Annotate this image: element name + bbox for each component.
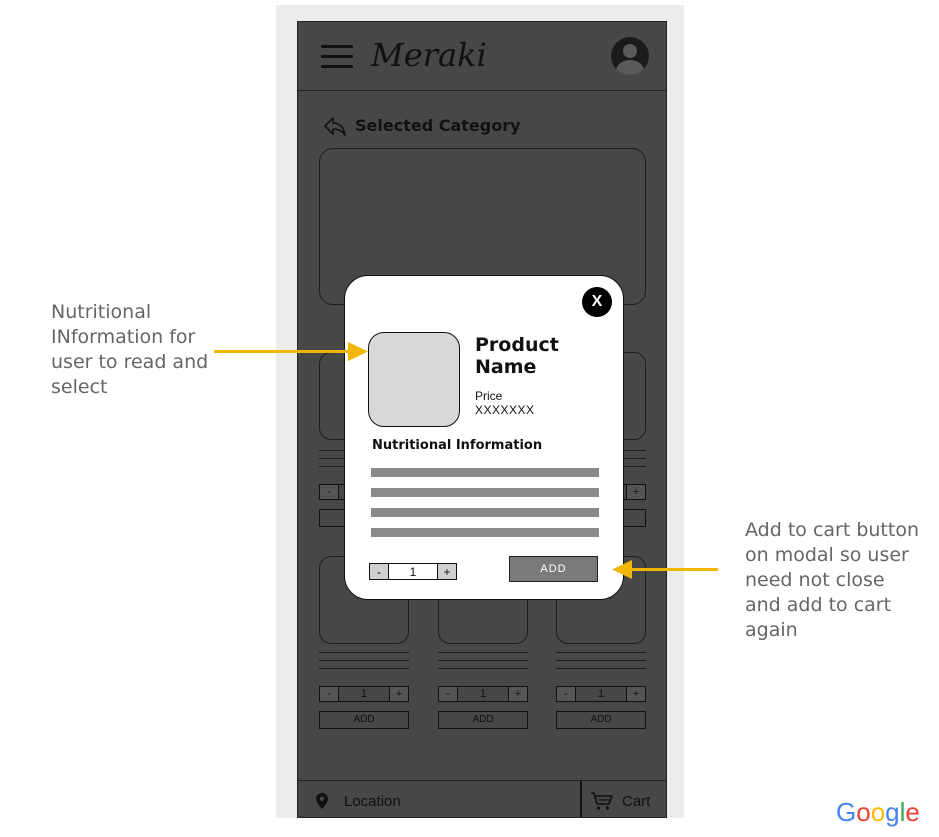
quantity-value: 1 <box>479 688 487 700</box>
minus-button[interactable]: - <box>439 687 458 701</box>
price-label: Price <box>475 389 503 403</box>
plus-button[interactable]: + <box>626 687 645 701</box>
card-text-line <box>438 668 528 669</box>
add-button[interactable]: ADD <box>319 711 409 729</box>
quantity-stepper[interactable]: - 1 + <box>319 686 409 702</box>
quantity-stepper[interactable]: - 1 + <box>369 563 457 580</box>
arrow-head-icon <box>612 560 632 579</box>
minus-button[interactable]: - <box>370 564 389 579</box>
price-value: XXXXXXX <box>475 403 535 417</box>
location-label[interactable]: Location <box>344 793 401 810</box>
arrow-head-icon <box>348 342 368 361</box>
back-arrow-icon[interactable] <box>323 115 347 137</box>
plus-button[interactable]: + <box>626 485 645 499</box>
card-text-line <box>556 660 646 661</box>
product-image <box>368 332 460 427</box>
annotation-right: Add to cart button on modal so user need… <box>745 519 919 641</box>
nutrition-line <box>371 528 599 537</box>
product-modal: X Product Name Price XXXXXXX Nutritional… <box>344 275 624 600</box>
close-icon[interactable]: X <box>582 287 612 317</box>
card-text-line <box>556 652 646 653</box>
annotation-left: Nutritional INformation for user to read… <box>51 301 209 398</box>
cart-label[interactable]: Cart <box>622 793 650 810</box>
minus-button[interactable]: - <box>320 485 339 499</box>
location-pin-icon[interactable] <box>316 793 328 809</box>
quantity-value: 1 <box>409 564 417 579</box>
add-to-cart-button[interactable]: ADD <box>509 556 598 582</box>
avatar-icon[interactable] <box>611 37 649 75</box>
minus-button[interactable]: - <box>320 687 339 701</box>
nutrition-line <box>371 488 599 497</box>
quantity-stepper[interactable]: - 1 + <box>556 686 646 702</box>
divider <box>580 781 582 817</box>
menu-icon[interactable] <box>321 45 353 69</box>
nutrition-title: Nutritional Information <box>372 438 543 453</box>
add-button[interactable]: ADD <box>438 711 528 729</box>
card-text-line <box>438 652 528 653</box>
page-title: Selected Category <box>355 116 521 135</box>
app-header: Meraki <box>298 22 666 91</box>
card-text-line <box>319 668 409 669</box>
quantity-stepper[interactable]: - 1 + <box>438 686 528 702</box>
plus-button[interactable]: + <box>389 687 408 701</box>
app-title: Meraki <box>371 36 487 74</box>
plus-button[interactable]: + <box>437 564 456 579</box>
card-text-line <box>556 668 646 669</box>
annotation-arrow-line <box>214 350 356 353</box>
bottom-nav: Location Cart <box>298 780 666 817</box>
minus-button[interactable]: - <box>557 687 576 701</box>
card-text-line <box>438 660 528 661</box>
google-logo: Google <box>836 797 920 827</box>
card-text-line <box>319 652 409 653</box>
cart-icon[interactable] <box>590 791 614 811</box>
annotation-arrow-line <box>628 568 718 571</box>
nutrition-line <box>371 468 599 477</box>
plus-button[interactable]: + <box>508 687 527 701</box>
quantity-value: 1 <box>597 688 605 700</box>
card-text-line <box>319 660 409 661</box>
product-name: Product Name <box>475 334 559 378</box>
add-button[interactable]: ADD <box>556 711 646 729</box>
quantity-value: 1 <box>360 688 368 700</box>
nutrition-line <box>371 508 599 517</box>
